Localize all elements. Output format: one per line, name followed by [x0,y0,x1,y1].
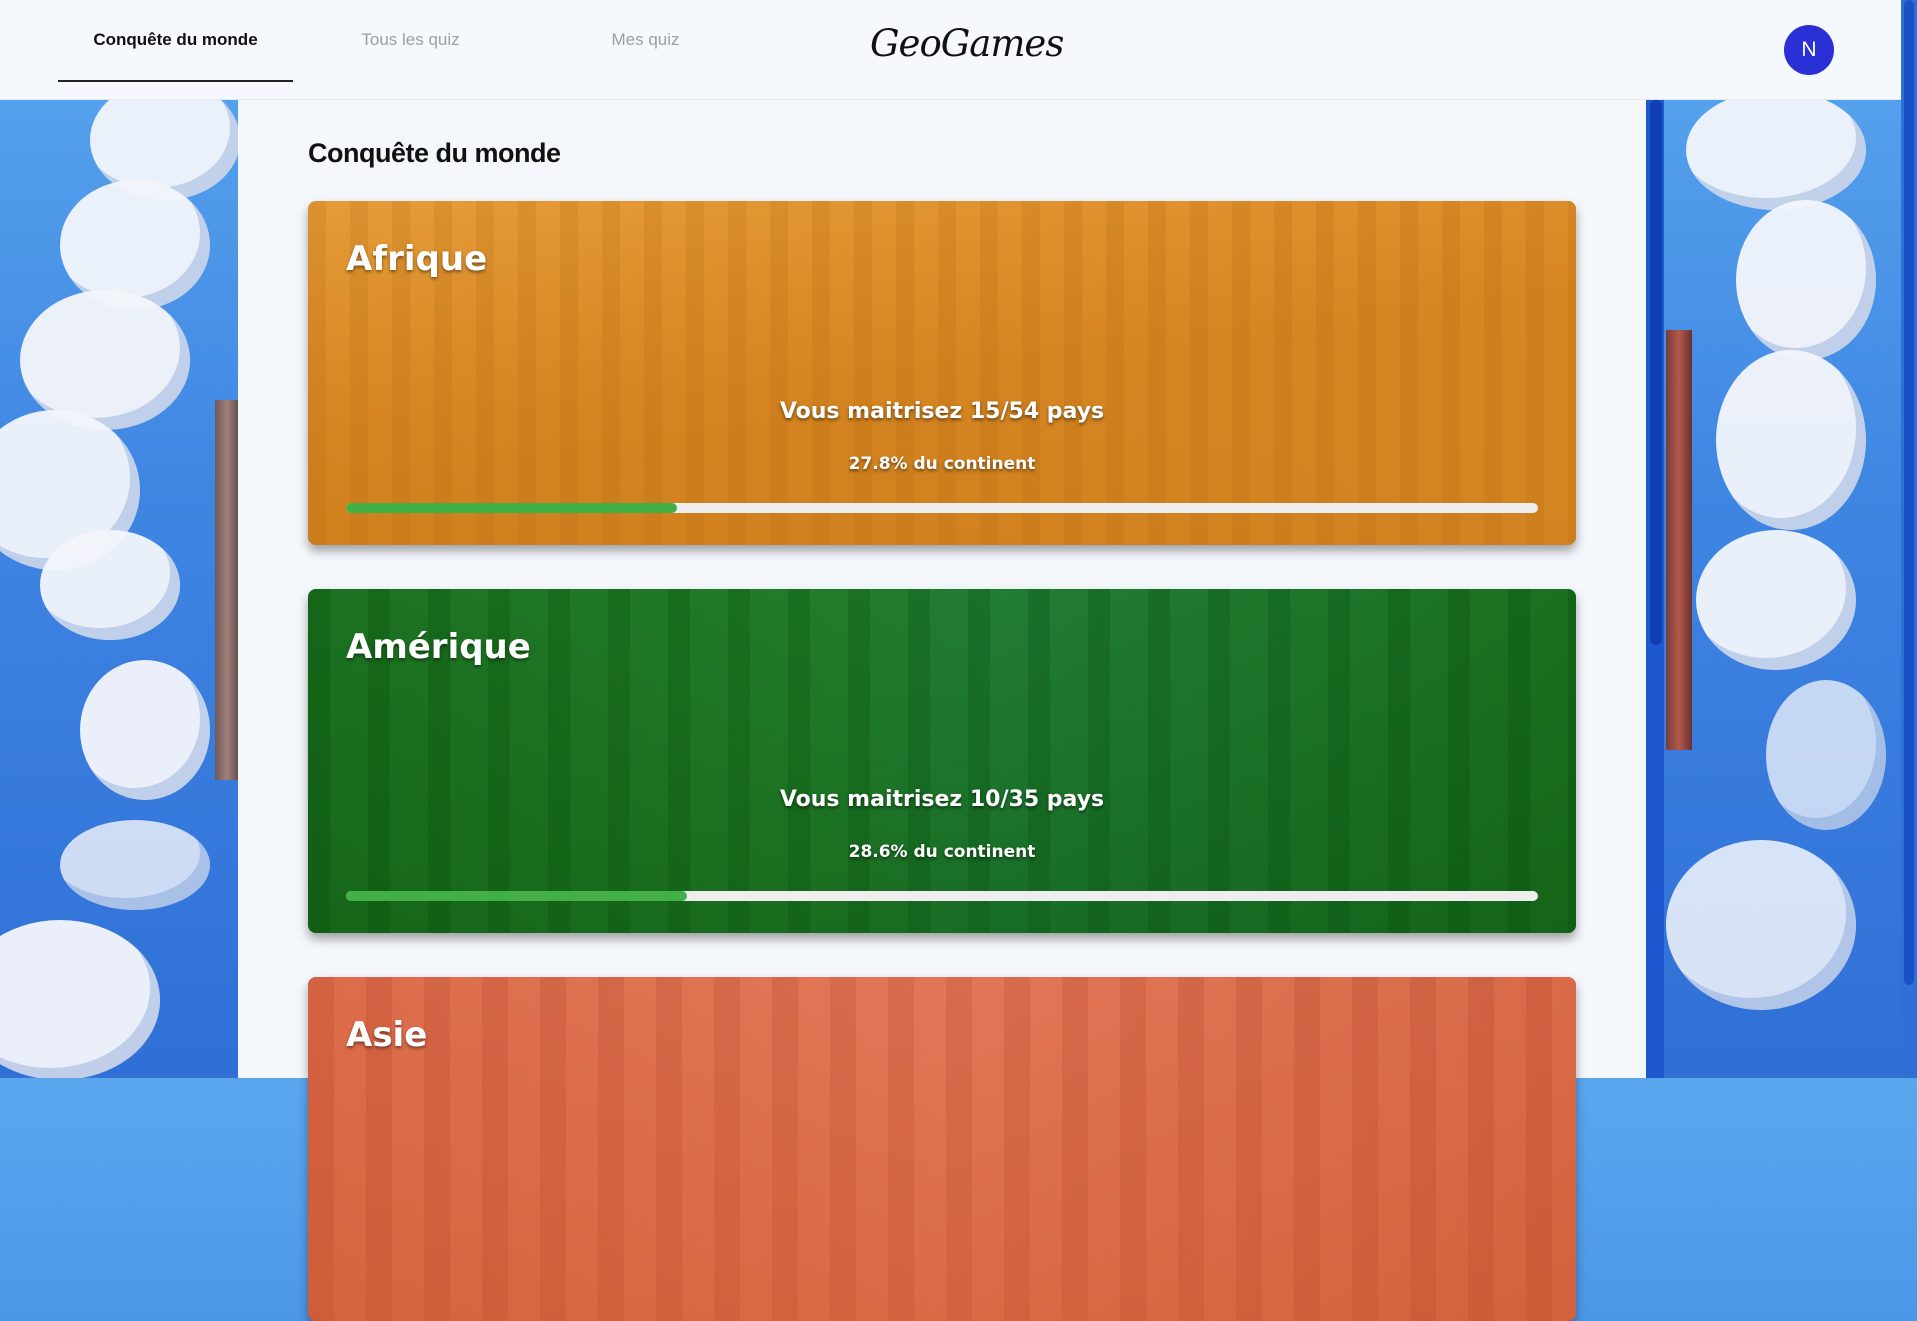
progress-fill [346,503,678,513]
continent-title: Afrique [346,239,488,279]
tab-label: Tous les quiz [361,30,460,49]
continent-title: Asie [346,1015,428,1055]
tab-mes-quiz[interactable]: Mes quiz [528,0,763,80]
user-avatar[interactable]: N [1784,25,1834,75]
main-content: Conquête du monde Afrique Vous maitrisez… [238,100,1646,1321]
mastery-count: Vous maitrisez 15/54 pays [779,399,1105,424]
content-scrollbar-thumb[interactable] [1650,100,1662,645]
tab-tous-les-quiz[interactable]: Tous les quiz [293,0,528,80]
tab-label: Mes quiz [611,30,680,49]
avatar-initial: N [1801,38,1817,61]
mastery-percent: 27.8% du continent [848,454,1036,474]
tab-conquete-du-monde[interactable]: Conquête du monde [58,0,293,82]
page-scrollbar-thumb[interactable] [1904,0,1914,985]
background-sky-right [1646,100,1917,1078]
mastery-count: Vous maitrisez 10/35 pays [779,787,1105,812]
continent-card-afrique[interactable]: Afrique Vous maitrisez 15/54 pays 27.8% … [308,201,1576,545]
top-navbar: Conquête du monde Tous les quiz Mes quiz… [0,0,1901,100]
progress-bar [346,503,1538,513]
asie-background-image [308,977,1576,1321]
progress-bar [346,891,1538,901]
progress-fill [346,891,687,901]
tab-label: Conquête du monde [93,30,258,49]
geogames-logo[interactable]: GeoGames [870,22,1064,82]
background-sky-left [0,100,238,1078]
continent-card-amerique[interactable]: Amérique Vous maitrisez 10/35 pays 28.6%… [308,589,1576,933]
page-title: Conquête du monde [308,138,561,168]
continent-card-asie[interactable]: Asie [308,977,1576,1321]
mastery-percent: 28.6% du continent [848,842,1036,862]
afrique-background-image [308,201,1576,545]
continent-title: Amérique [346,627,531,667]
